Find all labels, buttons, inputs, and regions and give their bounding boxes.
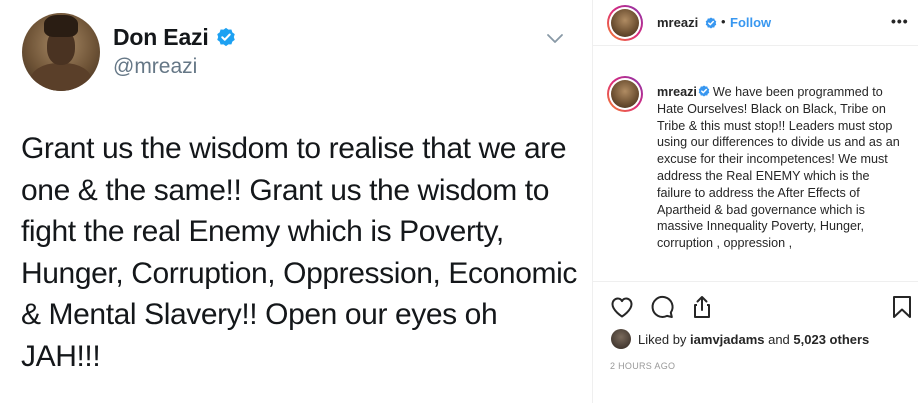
instagram-username[interactable]: mreazi bbox=[657, 15, 698, 30]
separator-dot: • bbox=[721, 14, 726, 29]
instagram-caption-area[interactable]: mreazi We have been programmed to Hate Ou… bbox=[593, 47, 918, 281]
heart-icon[interactable] bbox=[609, 294, 635, 320]
caption-username[interactable]: mreazi bbox=[657, 85, 697, 99]
likes-middle: and bbox=[764, 332, 794, 347]
caption-text: We have been programmed to Hate Ourselve… bbox=[657, 85, 900, 251]
verified-badge-icon bbox=[217, 27, 235, 47]
likes-count[interactable]: 5,023 others bbox=[793, 332, 869, 347]
tweet-author-handle[interactable]: @mreazi bbox=[113, 55, 197, 79]
follow-button[interactable]: Follow bbox=[730, 15, 771, 30]
caption-author-avatar[interactable] bbox=[607, 76, 643, 112]
tweet-author-name[interactable]: Don Eazi bbox=[113, 24, 209, 51]
bookmark-icon[interactable] bbox=[889, 294, 915, 320]
liker-avatar[interactable] bbox=[611, 329, 631, 349]
tweet-card: Don Eazi @mreazi Grant us the wisdom to … bbox=[0, 0, 592, 403]
verified-badge-icon bbox=[705, 17, 717, 29]
share-icon[interactable] bbox=[689, 294, 715, 320]
post-timestamp[interactable]: 2 HOURS AGO bbox=[610, 361, 675, 371]
more-options-icon[interactable]: ••• bbox=[891, 13, 909, 29]
instagram-post: mreazi • Follow ••• mreazi We have been p… bbox=[592, 0, 918, 403]
instagram-post-header: mreazi • Follow ••• bbox=[593, 0, 918, 46]
comment-icon[interactable] bbox=[649, 294, 675, 320]
instagram-actions: Liked by iamvjadams and 5,023 others 2 H… bbox=[593, 281, 918, 399]
liker-username[interactable]: iamvjadams bbox=[690, 332, 764, 347]
likes-summary[interactable]: Liked by iamvjadams and 5,023 others bbox=[638, 332, 869, 347]
instagram-author-avatar[interactable] bbox=[607, 5, 643, 41]
likes-prefix: Liked by bbox=[638, 332, 691, 347]
chevron-down-icon[interactable] bbox=[546, 33, 564, 45]
instagram-caption: mreazi We have been programmed to Hate Ou… bbox=[657, 84, 903, 252]
verified-badge-icon bbox=[698, 85, 710, 97]
tweet-author-avatar[interactable] bbox=[22, 13, 100, 91]
tweet-text: Grant us the wisdom to realise that we a… bbox=[21, 132, 577, 373]
